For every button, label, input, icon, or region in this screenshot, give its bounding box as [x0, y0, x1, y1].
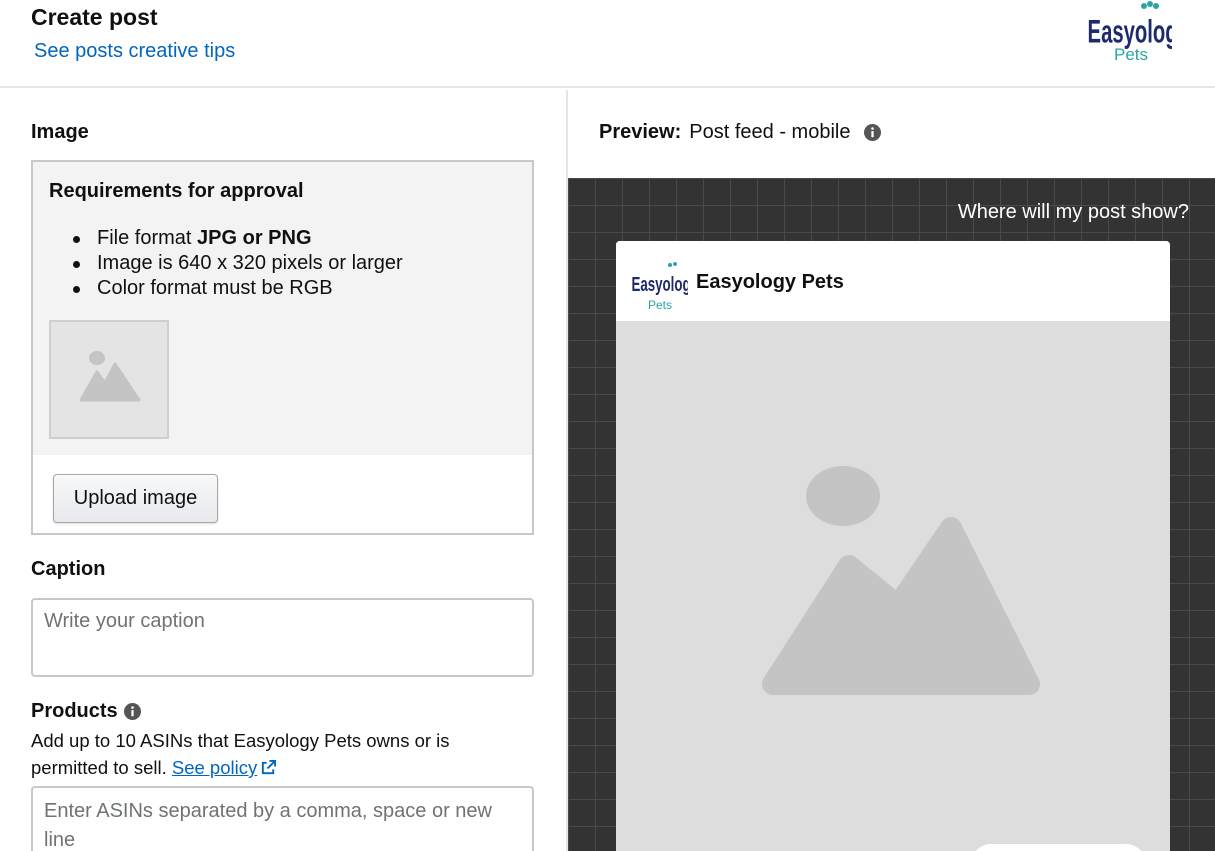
products-section-label: Products [31, 700, 118, 722]
caption-section-label: Caption [31, 558, 106, 580]
svg-text:Pets: Pets [648, 298, 672, 311]
svg-text:Easyology: Easyology [631, 272, 688, 296]
post-brand-name: Easyology Pets [696, 271, 844, 293]
requirement-item: Image is 640 x 320 pixels or larger [73, 251, 403, 276]
external-link-icon [262, 759, 277, 775]
post-preview-card: Easyology Pets Easyology Pets [616, 241, 1170, 851]
creative-tips-link[interactable]: See posts creative tips [34, 40, 235, 63]
preview-label: Preview: [599, 121, 682, 143]
requirement-item: File format JPG or PNG [73, 226, 403, 251]
upload-image-button[interactable]: Upload image [53, 474, 218, 523]
brand-logo-icon: Easyology Pets [1088, 1, 1172, 62]
brand-logo-icon: Easyology Pets [631, 262, 688, 311]
preview-mode: Post feed - mobile [689, 121, 851, 143]
requirements-panel: Requirements for approval File format JP… [33, 162, 532, 455]
image-placeholder-icon [762, 466, 1040, 695]
caption-input[interactable] [31, 598, 534, 677]
see-policy-link[interactable]: See policy [172, 757, 277, 778]
page-title: Create post [31, 4, 158, 30]
post-action-pill [971, 844, 1146, 851]
asin-input[interactable] [31, 786, 534, 851]
info-icon[interactable] [864, 124, 882, 141]
info-icon[interactable] [123, 703, 141, 720]
requirements-title: Requirements for approval [49, 180, 304, 202]
post-card-header: Easyology Pets Easyology Pets [616, 241, 1170, 321]
products-header: Products [31, 700, 141, 723]
products-help-text: Add up to 10 ASINs that Easyology Pets o… [31, 730, 450, 778]
image-requirements-box: Requirements for approval File format JP… [31, 160, 534, 535]
image-placeholder-icon [79, 351, 141, 402]
svg-text:Pets: Pets [1114, 45, 1148, 62]
preview-canvas: Where will my post show? Easyology Pets … [568, 178, 1215, 851]
page-header: Create post See posts creative tips Easy… [0, 0, 1215, 88]
image-section-label: Image [31, 121, 89, 143]
image-thumbnail-placeholder [49, 320, 169, 439]
where-will-my-post-show-link[interactable]: Where will my post show? [958, 201, 1189, 224]
requirement-item: Color format must be RGB [73, 276, 403, 301]
post-image-placeholder [616, 321, 1170, 851]
preview-header: Preview: Post feed - mobile [599, 121, 882, 144]
requirements-list: File format JPG or PNG Image is 640 x 32… [73, 226, 403, 301]
